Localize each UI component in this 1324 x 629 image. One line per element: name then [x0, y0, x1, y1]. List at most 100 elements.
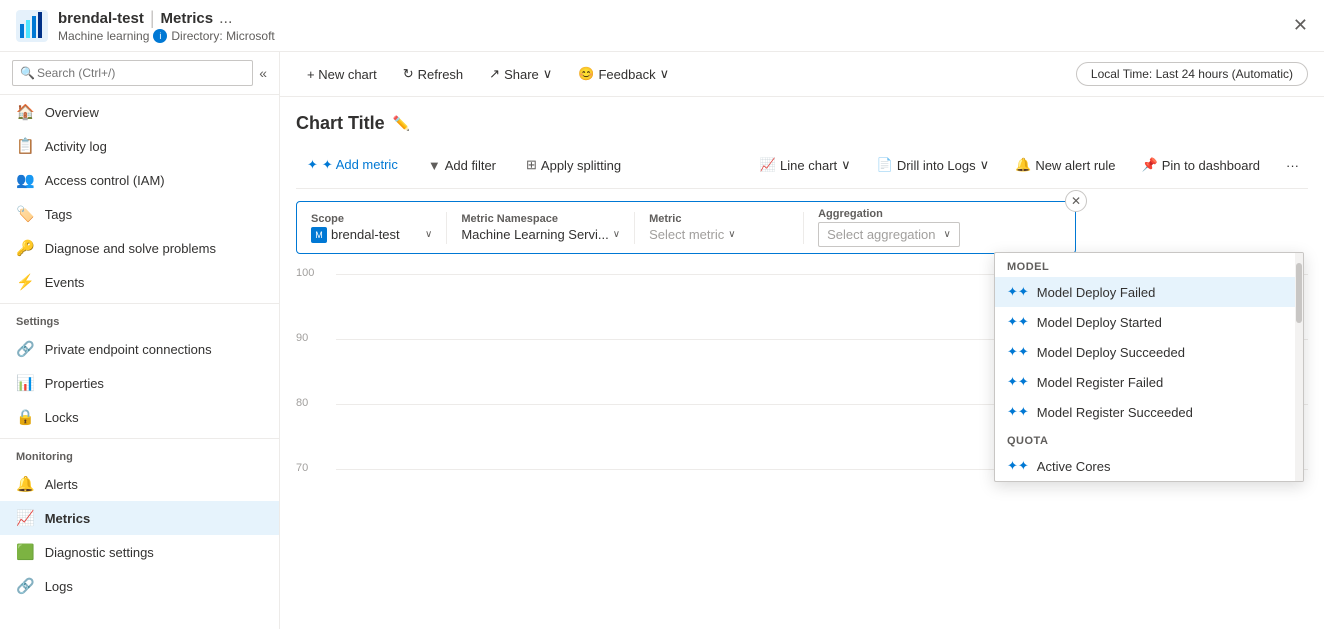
chart-area: Chart Title ✏️ ✦ ✦ Add metric ▼ Add filt… [280, 97, 1324, 629]
drill-logs-chevron-icon: ∨ [980, 157, 990, 173]
remove-metric-button[interactable]: ✕ [1065, 190, 1087, 212]
diagnostic-icon: 🟩 [16, 543, 35, 561]
metric-selector-row: Scope M ∨ Metric Namespace Mach [296, 201, 1076, 254]
sidebar-item-label: Logs [45, 579, 73, 594]
new-alert-icon: 🔔 [1015, 157, 1031, 173]
scope-label: Scope [311, 213, 432, 225]
sidebar-item-diagnostic[interactable]: 🟩 Diagnostic settings [0, 535, 279, 569]
share-chevron-icon: ∨ [543, 66, 553, 82]
search-input[interactable] [12, 60, 253, 86]
sidebar-item-private-endpoint[interactable]: 🔗 Private endpoint connections [0, 332, 279, 366]
scope-input[interactable] [331, 227, 421, 242]
sidebar-item-label: Metrics [45, 511, 91, 526]
dropdown-item-model-deploy-failed[interactable]: ✦✦ Model Deploy Failed [995, 277, 1303, 307]
apply-splitting-button[interactable]: ⊞ Apply splitting [515, 152, 632, 178]
access-control-icon: 👥 [16, 171, 35, 189]
drill-logs-label: Drill into Logs [897, 158, 976, 173]
pin-label: Pin to dashboard [1162, 158, 1260, 173]
sidebar-item-activity-log[interactable]: 📋 Activity log [0, 129, 279, 163]
field-separator-1 [446, 212, 447, 244]
logs-icon: 🔗 [16, 577, 35, 595]
metric-item-icon: ✦✦ [1007, 314, 1029, 330]
refresh-button[interactable]: ↻ Refresh [392, 60, 474, 88]
feedback-smiley-icon: 😊 [578, 66, 594, 82]
grid-label-70: 70 [296, 462, 308, 474]
namespace-dropdown[interactable]: Machine Learning Servi... ∨ [461, 227, 620, 242]
edit-title-icon[interactable]: ✏️ [393, 115, 410, 132]
sidebar-item-overview[interactable]: 🏠 Overview [0, 95, 279, 129]
sidebar-item-diagnose[interactable]: 🔑 Diagnose and solve problems [0, 231, 279, 265]
sidebar-item-properties[interactable]: 📊 Properties [0, 366, 279, 400]
metric-field: Metric Select metric ∨ [639, 213, 799, 242]
sidebar-item-label: Tags [45, 207, 72, 222]
dropdown-item-model-register-succeeded[interactable]: ✦✦ Model Register Succeeded [995, 397, 1303, 427]
time-range-button[interactable]: Local Time: Last 24 hours (Automatic) [1076, 62, 1308, 86]
dropdown-item-active-cores[interactable]: ✦✦ Active Cores [995, 451, 1303, 481]
new-alert-rule-button[interactable]: 🔔 New alert rule [1006, 152, 1124, 178]
dropdown-item-model-register-failed[interactable]: ✦✦ Model Register Failed [995, 367, 1303, 397]
scope-field: Scope M ∨ [307, 213, 442, 243]
add-filter-button[interactable]: ▼ Add filter [417, 153, 507, 178]
new-chart-button[interactable]: + New chart [296, 61, 388, 88]
sidebar-item-alerts[interactable]: 🔔 Alerts [0, 467, 279, 501]
sidebar: 🔍 « 🏠 Overview 📋 Activity log 👥 Access c… [0, 52, 280, 629]
scrollbar-thumb [1296, 263, 1302, 323]
events-icon: ⚡ [16, 273, 35, 291]
private-endpoint-icon: 🔗 [16, 340, 35, 358]
apply-splitting-label: Apply splitting [541, 158, 621, 173]
sidebar-item-label: Events [45, 275, 85, 290]
sidebar-nav: 🏠 Overview 📋 Activity log 👥 Access contr… [0, 95, 279, 299]
line-chart-icon: 📈 [760, 157, 776, 173]
add-metric-button[interactable]: ✦ ✦ Add metric [296, 152, 409, 178]
share-icon: ↗ [489, 66, 500, 82]
sidebar-item-access-control[interactable]: 👥 Access control (IAM) [0, 163, 279, 197]
app-title-group: brendal-test | Metrics ... Machine learn… [58, 8, 275, 43]
sidebar-item-label: Locks [45, 410, 79, 425]
line-chart-chevron-icon: ∨ [841, 157, 851, 173]
metric-item-label: Active Cores [1037, 459, 1111, 474]
more-icon: ··· [1286, 158, 1299, 173]
scope-value-row: M ∨ [311, 227, 432, 243]
metric-value-row: Select metric ∨ [649, 227, 789, 242]
locks-icon: 🔒 [16, 408, 35, 426]
feedback-button[interactable]: 😊 Feedback ∨ [567, 60, 680, 88]
info-icon: i [153, 29, 167, 43]
sidebar-item-metrics[interactable]: 📈 Metrics [0, 501, 279, 535]
add-metric-icon: ✦ [307, 157, 318, 173]
sidebar-item-logs[interactable]: 🔗 Logs [0, 569, 279, 603]
line-chart-button[interactable]: 📈 Line chart ∨ [751, 152, 860, 178]
metric-dropdown-button[interactable]: Select metric ∨ [649, 227, 789, 242]
feedback-label: Feedback [598, 67, 655, 82]
sidebar-item-tags[interactable]: 🏷️ Tags [0, 197, 279, 231]
field-separator-2 [634, 212, 635, 244]
collapse-sidebar-button[interactable]: « [259, 65, 267, 81]
aggregation-field: Aggregation Select aggregation ∨ [808, 208, 970, 247]
search-wrapper: 🔍 [12, 60, 253, 86]
metric-toolbar-right: 📈 Line chart ∨ 📄 Drill into Logs ∨ 🔔 New… [751, 152, 1308, 178]
aggregation-dropdown[interactable]: Select aggregation ∨ [818, 222, 960, 247]
scope-chevron-icon: ∨ [425, 229, 432, 240]
sidebar-item-events[interactable]: ⚡ Events [0, 265, 279, 299]
pin-dashboard-button[interactable]: 📌 Pin to dashboard [1133, 152, 1269, 178]
drill-logs-button[interactable]: 📄 Drill into Logs ∨ [868, 152, 998, 178]
close-button[interactable]: ✕ [1293, 15, 1308, 36]
app-subtitle: Machine learning [58, 29, 149, 43]
sidebar-item-label: Private endpoint connections [45, 342, 212, 357]
dropdown-scrollbar[interactable] [1295, 253, 1303, 481]
monitoring-section-header: Monitoring [0, 438, 279, 467]
share-button[interactable]: ↗ Share ∨ [478, 60, 563, 88]
drill-logs-icon: 📄 [877, 157, 893, 173]
dropdown-item-model-deploy-succeeded[interactable]: ✦✦ Model Deploy Succeeded [995, 337, 1303, 367]
ellipsis-button[interactable]: ... [219, 10, 232, 28]
refresh-label: Refresh [418, 67, 464, 82]
metric-item-icon: ✦✦ [1007, 344, 1029, 360]
search-icon: 🔍 [20, 66, 35, 80]
new-alert-label: New alert rule [1035, 158, 1115, 173]
settings-section-header: Settings [0, 303, 279, 332]
overview-icon: 🏠 [16, 103, 35, 121]
dropdown-item-model-deploy-started[interactable]: ✦✦ Model Deploy Started [995, 307, 1303, 337]
more-options-button[interactable]: ··· [1277, 153, 1308, 178]
sidebar-item-locks[interactable]: 🔒 Locks [0, 400, 279, 434]
metric-item-label: Model Register Succeeded [1037, 405, 1193, 420]
chart-title-row: Chart Title ✏️ [296, 113, 1308, 134]
